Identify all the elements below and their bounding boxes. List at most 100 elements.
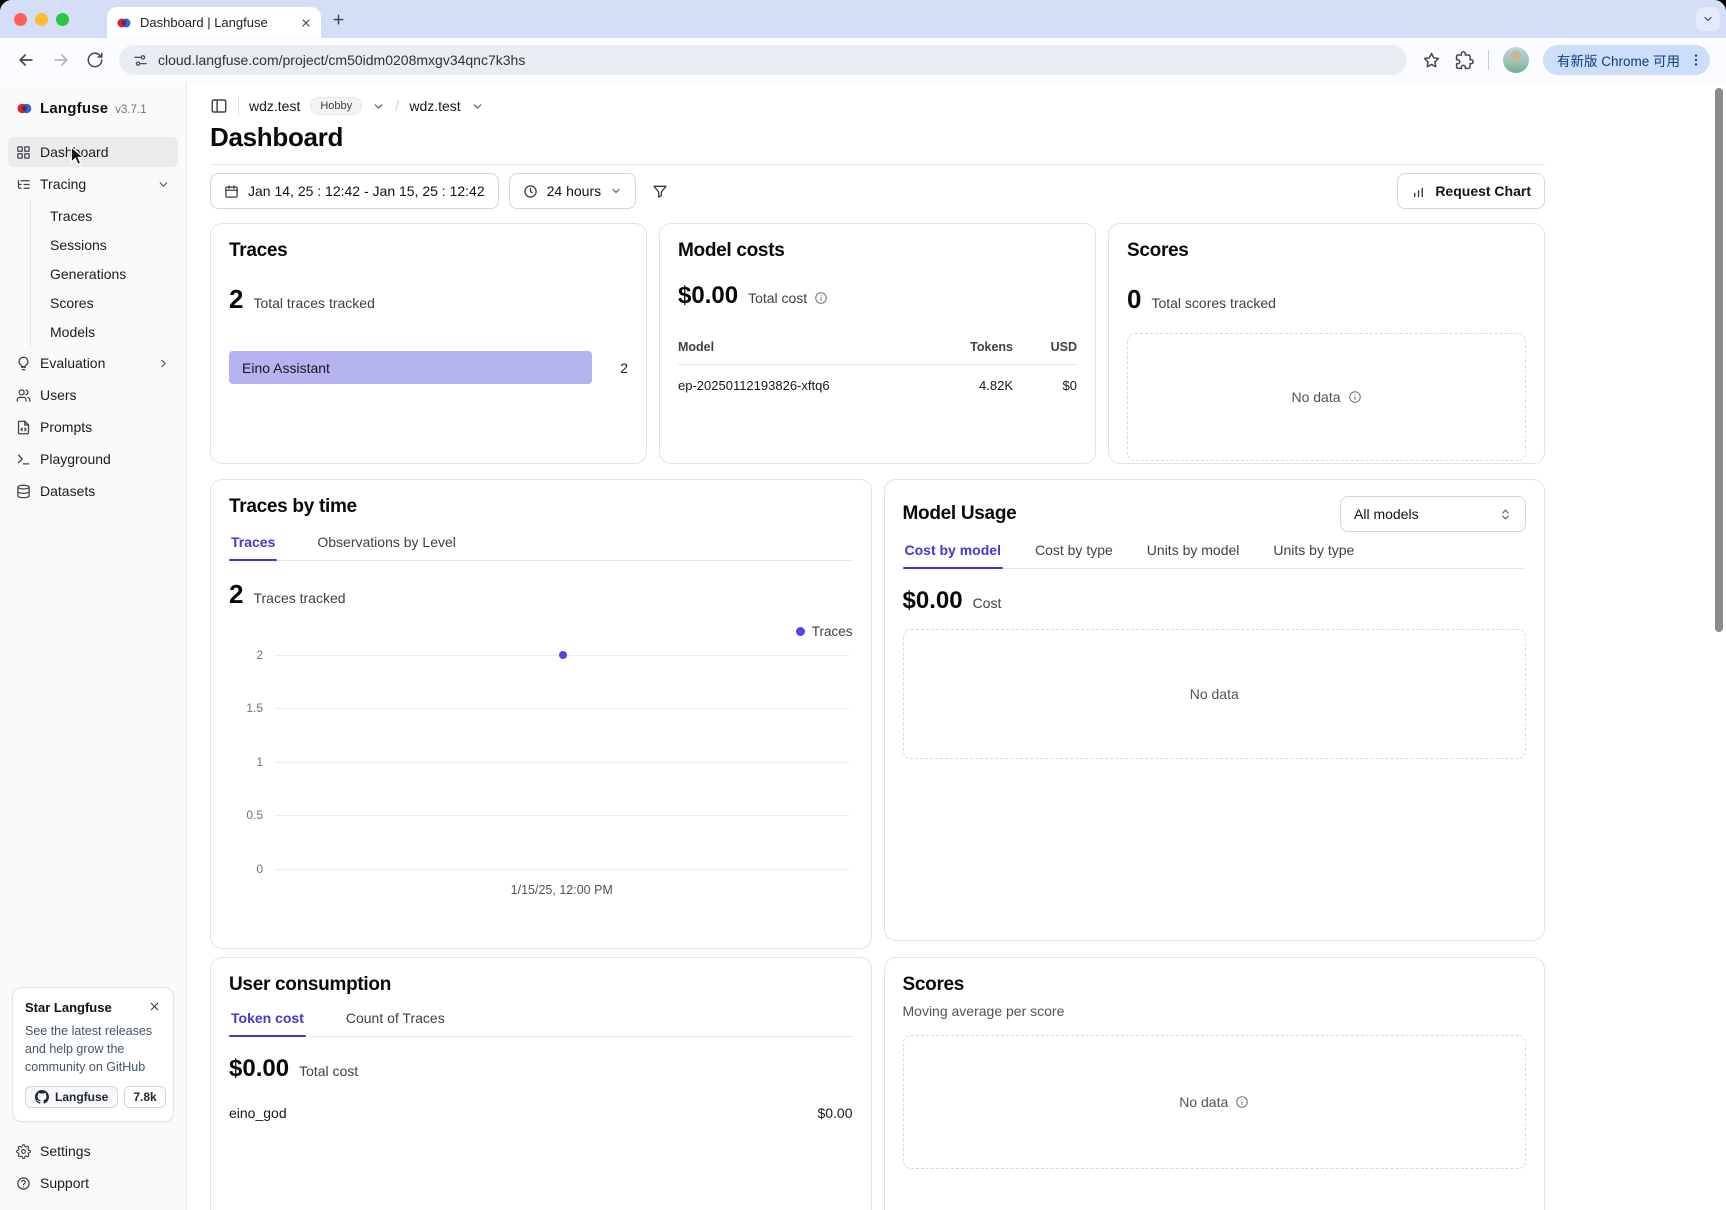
reload-button[interactable] xyxy=(86,51,104,69)
help-circle-icon xyxy=(16,1176,31,1191)
usd-cell: $0 xyxy=(1013,378,1077,393)
tab-units-by-type[interactable]: Units by type xyxy=(1271,542,1356,568)
sidebar-item-datasets[interactable]: Datasets xyxy=(8,476,178,506)
github-star-button[interactable]: Langfuse xyxy=(25,1086,118,1108)
model-select[interactable]: All models xyxy=(1340,496,1526,532)
extensions-icon[interactable] xyxy=(1455,51,1474,70)
tab-title: Dashboard | Langfuse xyxy=(140,15,292,30)
chevron-down-icon[interactable] xyxy=(372,100,385,113)
database-icon xyxy=(16,484,31,499)
user-row[interactable]: eino_god $0.00 xyxy=(229,1105,853,1121)
sidebar-item-prompts[interactable]: Prompts xyxy=(8,412,178,442)
chevron-down-icon[interactable] xyxy=(471,100,484,113)
tab-close-icon[interactable] xyxy=(300,17,312,29)
time-preset-button[interactable]: 24 hours xyxy=(509,173,636,209)
usage-cost-value: $0.00 xyxy=(903,587,963,615)
traces-chart: 2 1.5 1 0.5 0 1/15/25, 12:00 PM xyxy=(275,655,849,869)
file-text-icon xyxy=(16,420,31,435)
chart-point xyxy=(559,651,567,659)
new-tab-button[interactable] xyxy=(331,12,346,27)
sidebar-item-label: Tracing xyxy=(40,176,86,192)
no-data-label: No data xyxy=(1291,389,1340,405)
info-icon[interactable] xyxy=(814,291,828,305)
back-button[interactable] xyxy=(16,50,36,70)
tab-count-of-traces[interactable]: Count of Traces xyxy=(344,1010,447,1036)
tab-cost-by-model[interactable]: Cost by model xyxy=(903,542,1003,568)
site-settings-icon[interactable] xyxy=(133,53,148,68)
total-cost-value: $0.00 xyxy=(678,282,738,310)
tab-traces[interactable]: Traces xyxy=(229,534,277,560)
sidebar: Langfuse v3.7.1 Dashboard Tracing Tr xyxy=(0,82,187,1210)
page-title: Dashboard xyxy=(210,122,1567,154)
chart-legend: Traces xyxy=(229,624,853,639)
scores-summary-card: Scores 0 Total scores tracked No data xyxy=(1108,223,1545,464)
sidebar-item-settings[interactable]: Settings xyxy=(8,1136,178,1166)
github-star-count[interactable]: 7.8k xyxy=(124,1086,165,1108)
sidebar-item-label: Support xyxy=(40,1175,89,1191)
request-chart-label: Request Chart xyxy=(1435,183,1531,199)
info-icon[interactable] xyxy=(1348,390,1362,404)
langfuse-favicon xyxy=(116,15,132,31)
date-range-label: Jan 14, 25 : 12:42 - Jan 15, 25 : 12:42 xyxy=(248,183,485,199)
card-title: Model costs xyxy=(678,240,1077,262)
terminal-icon xyxy=(16,452,31,467)
tab-search-button[interactable] xyxy=(1696,7,1720,31)
browser-toolbar: cloud.langfuse.com/project/cm50idm0208mx… xyxy=(0,38,1726,82)
date-range-button[interactable]: Jan 14, 25 : 12:42 - Jan 15, 25 : 12:42 xyxy=(210,173,499,209)
sidebar-item-scores[interactable]: Scores xyxy=(31,288,178,317)
sidebar-item-label: Settings xyxy=(40,1143,91,1159)
time-preset-label: 24 hours xyxy=(547,183,601,199)
brand: Langfuse v3.7.1 xyxy=(8,94,178,137)
sidebar-item-label: Evaluation xyxy=(40,355,105,371)
no-data-placeholder: No data xyxy=(903,1035,1527,1169)
x-tick-label: 1/15/25, 12:00 PM xyxy=(275,883,849,897)
window-minimize-button[interactable] xyxy=(35,13,48,26)
profile-avatar[interactable] xyxy=(1503,47,1529,73)
info-icon[interactable] xyxy=(1235,1095,1249,1109)
sidebar-item-evaluation[interactable]: Evaluation xyxy=(8,348,178,378)
sidebar-item-support[interactable]: Support xyxy=(8,1168,178,1198)
tab-token-cost[interactable]: Token cost xyxy=(229,1010,306,1036)
tab-observations-by-level[interactable]: Observations by Level xyxy=(315,534,458,560)
model-usage-card: Model Usage All models Cost by model Cos… xyxy=(884,479,1546,941)
sidebar-item-tracing[interactable]: Tracing xyxy=(8,169,178,199)
scrollbar-thumb[interactable] xyxy=(1715,88,1723,632)
org-name[interactable]: wdz.test xyxy=(249,98,300,114)
trace-name-bar[interactable]: Eino Assistant xyxy=(229,351,592,384)
sidebar-item-playground[interactable]: Playground xyxy=(8,444,178,474)
trace-name-label: Eino Assistant xyxy=(242,360,330,376)
close-icon[interactable] xyxy=(148,1000,161,1013)
star-card-body: See the latest releases and help grow th… xyxy=(25,1022,161,1076)
sidebar-item-generations[interactable]: Generations xyxy=(31,259,178,288)
model-select-value: All models xyxy=(1354,506,1419,522)
sidebar-toggle-icon[interactable] xyxy=(210,97,228,115)
filter-button[interactable] xyxy=(646,173,674,209)
sidebar-item-sessions[interactable]: Sessions xyxy=(31,230,178,259)
window-close-button[interactable] xyxy=(14,13,27,26)
table-row[interactable]: ep-20250112193826-xftq6 4.82K $0 xyxy=(678,365,1077,393)
tab-cost-by-type[interactable]: Cost by type xyxy=(1033,542,1115,568)
model-name-cell: ep-20250112193826-xftq6 xyxy=(678,378,923,393)
window-zoom-button[interactable] xyxy=(56,13,69,26)
sidebar-item-traces[interactable]: Traces xyxy=(31,201,178,230)
sidebar-item-label: Dashboard xyxy=(40,144,109,160)
project-name[interactable]: wdz.test xyxy=(409,98,460,114)
browser-tab[interactable]: Dashboard | Langfuse xyxy=(107,7,321,38)
sidebar-item-models[interactable]: Models xyxy=(31,317,178,346)
y-tick-label: 2 xyxy=(256,648,263,662)
chrome-update-chip[interactable]: 有新版 Chrome 可用 xyxy=(1543,45,1710,75)
forward-button[interactable] xyxy=(51,50,71,70)
github-button-label: Langfuse xyxy=(55,1090,108,1104)
sidebar-item-label: Playground xyxy=(40,451,111,467)
sidebar-item-users[interactable]: Users xyxy=(8,380,178,410)
bookmark-star-icon[interactable] xyxy=(1422,51,1441,70)
model-costs-table: Model Tokens USD ep-20250112193826-xftq6… xyxy=(678,340,1077,393)
request-chart-button[interactable]: Request Chart xyxy=(1397,173,1545,209)
tab-units-by-model[interactable]: Units by model xyxy=(1145,542,1242,568)
sidebar-item-dashboard[interactable]: Dashboard xyxy=(8,137,178,167)
url-bar[interactable]: cloud.langfuse.com/project/cm50idm0208mx… xyxy=(119,45,1407,75)
brand-name: Langfuse xyxy=(40,100,108,117)
no-data-placeholder: No data xyxy=(1127,333,1526,461)
scores-count-label: Total scores tracked xyxy=(1151,295,1276,311)
legend-dot-icon xyxy=(796,627,805,636)
